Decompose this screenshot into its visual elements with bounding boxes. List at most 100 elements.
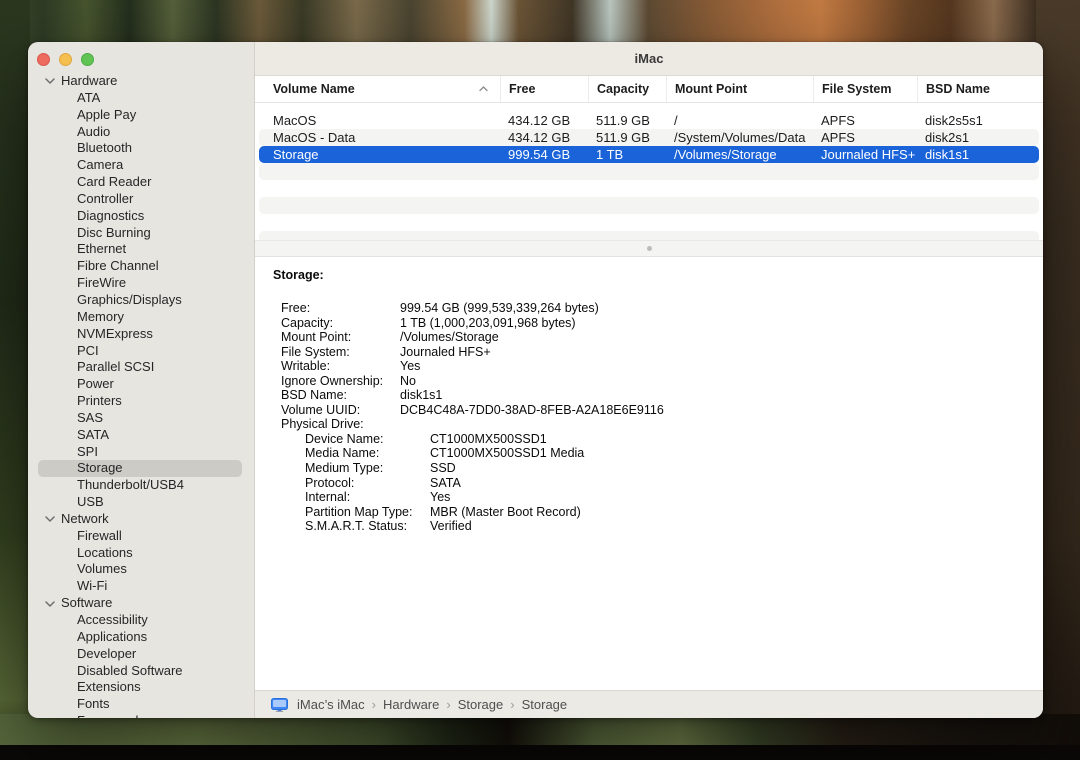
sidebar-item-label: Power (77, 376, 114, 391)
sidebar-item-developer[interactable]: Developer (28, 646, 254, 663)
sidebar-item-spi[interactable]: SPI (28, 444, 254, 461)
sidebar-item-label: PCI (77, 343, 99, 358)
sidebar-item-card-reader[interactable]: Card Reader (28, 174, 254, 191)
sidebar-item-fonts[interactable]: Fonts (28, 696, 254, 713)
sidebar-item-apple-pay[interactable]: Apple Pay (28, 107, 254, 124)
sidebar-item-label: Diagnostics (77, 208, 144, 223)
volume-row-macos[interactable]: MacOS 434.12 GB 511.9 GB / APFS disk2s5s… (259, 112, 1039, 129)
detail-pane[interactable]: Storage: Free: 999.54 GB (999,539,339,26… (255, 257, 1043, 690)
sidebar-item-storage[interactable]: Storage (38, 460, 242, 477)
cell-volume-name: MacOS (259, 113, 500, 128)
sidebar-item-disc-burning[interactable]: Disc Burning (28, 225, 254, 242)
sidebar-item-usb[interactable]: USB (28, 494, 254, 511)
sidebar-item-firewire[interactable]: FireWire (28, 275, 254, 292)
sidebar-item-label: Apple Pay (77, 107, 136, 122)
column-header-mount-point[interactable]: Mount Point (666, 76, 813, 102)
sidebar-item-applications[interactable]: Applications (28, 629, 254, 646)
breadcrumb-separator: › (372, 697, 376, 712)
detail-field-value: SATA (430, 476, 1031, 491)
volume-row-storage[interactable]: Storage 999.54 GB 1 TB /Volumes/Storage … (259, 146, 1039, 163)
sidebar-item-printers[interactable]: Printers (28, 393, 254, 410)
sidebar-item-label: USB (77, 494, 104, 509)
splitter-handle-icon[interactable] (647, 246, 652, 251)
detail-field-row: Writable: Yes (273, 359, 1031, 374)
sidebar-group-hardware[interactable]: Hardware (28, 73, 254, 90)
physical-drive-label: Physical Drive: (281, 417, 400, 432)
detail-field-value: SSD (430, 461, 1031, 476)
detail-field-label: Capacity: (281, 316, 400, 331)
drive-fields: Device Name: CT1000MX500SSD1 Media Name:… (273, 432, 1031, 534)
detail-field-label: Volume UUID: (281, 403, 400, 418)
cell-free: 434.12 GB (500, 113, 588, 128)
sidebar-item-firewall[interactable]: Firewall (28, 528, 254, 545)
detail-field-label: Protocol: (305, 476, 430, 491)
sidebar-item-label: Disabled Software (77, 663, 183, 678)
detail-field-label: Partition Map Type: (305, 505, 430, 520)
sidebar-item-diagnostics[interactable]: Diagnostics (28, 208, 254, 225)
sidebar-item-thunderbolt-usb4[interactable]: Thunderbolt/USB4 (28, 477, 254, 494)
path-bar: iMac’s iMac›Hardware›Storage›Storage (255, 690, 1043, 718)
sidebar-group-network[interactable]: Network (28, 511, 254, 528)
sidebar-group-label: Network (61, 511, 109, 528)
sidebar-item-parallel-scsi[interactable]: Parallel SCSI (28, 359, 254, 376)
detail-field-value: /Volumes/Storage (400, 330, 1031, 345)
sidebar-item-extensions[interactable]: Extensions (28, 679, 254, 696)
cell-capacity: 511.9 GB (588, 113, 666, 128)
sidebar-item-label: Fibre Channel (77, 258, 159, 273)
sidebar-item-pci[interactable]: PCI (28, 343, 254, 360)
sidebar-item-memory[interactable]: Memory (28, 309, 254, 326)
detail-field-row: File System: Journaled HFS+ (273, 345, 1031, 360)
column-header-file-system[interactable]: File System (813, 76, 917, 102)
detail-field-row: Ignore Ownership: No (273, 374, 1031, 389)
cell-mount-point: /Volumes/Storage (666, 147, 813, 162)
sidebar-item-frameworks[interactable]: Frameworks (28, 713, 254, 718)
detail-field-value: Yes (430, 490, 1031, 505)
empty-row (259, 180, 1039, 197)
sidebar-item-sata[interactable]: SATA (28, 427, 254, 444)
sidebar-item-nvmexpress[interactable]: NVMExpress (28, 326, 254, 343)
sidebar-group-software[interactable]: Software (28, 595, 254, 612)
cell-bsd-name: disk2s1 (917, 130, 1039, 145)
close-button[interactable] (37, 53, 50, 66)
detail-field-row: Protocol: SATA (273, 476, 1031, 491)
sidebar-item-label: Controller (77, 191, 133, 206)
sidebar-item-camera[interactable]: Camera (28, 157, 254, 174)
cell-free: 999.54 GB (500, 147, 588, 162)
column-header-free[interactable]: Free (500, 76, 588, 102)
sidebar-item-bluetooth[interactable]: Bluetooth (28, 140, 254, 157)
sidebar-item-graphics-displays[interactable]: Graphics/Displays (28, 292, 254, 309)
minimize-button[interactable] (59, 53, 72, 66)
sidebar-item-power[interactable]: Power (28, 376, 254, 393)
empty-row (259, 214, 1039, 231)
sidebar-item-volumes[interactable]: Volumes (28, 561, 254, 578)
sidebar-item-audio[interactable]: Audio (28, 124, 254, 141)
sidebar-item-ethernet[interactable]: Ethernet (28, 241, 254, 258)
sidebar-item-ata[interactable]: ATA (28, 90, 254, 107)
column-header-capacity[interactable]: Capacity (588, 76, 666, 102)
sidebar-item-label: Accessibility (77, 612, 148, 627)
volume-row-macos-data[interactable]: MacOS - Data 434.12 GB 511.9 GB /System/… (259, 129, 1039, 146)
sidebar-item-accessibility[interactable]: Accessibility (28, 612, 254, 629)
detail-field-label: Writable: (281, 359, 400, 374)
sidebar-item-controller[interactable]: Controller (28, 191, 254, 208)
sidebar-item-fibre-channel[interactable]: Fibre Channel (28, 258, 254, 275)
cell-free: 434.12 GB (500, 130, 588, 145)
sidebar-item-disabled-software[interactable]: Disabled Software (28, 663, 254, 680)
sidebar-item-label: Graphics/Displays (77, 292, 182, 307)
sidebar-item-locations[interactable]: Locations (28, 545, 254, 562)
detail-field-label: Media Name: (305, 446, 430, 461)
sidebar-item-sas[interactable]: SAS (28, 410, 254, 427)
zoom-button[interactable] (81, 53, 94, 66)
detail-field-label: Ignore Ownership: (281, 374, 400, 389)
sidebar-item-label: Firewall (77, 528, 122, 543)
sidebar-item-label: Disc Burning (77, 225, 151, 240)
pane-splitter[interactable] (255, 240, 1043, 257)
sidebar-item-label: Bluetooth (77, 140, 132, 155)
detail-field-row: BSD Name: disk1s1 (273, 388, 1031, 403)
column-header-volume-name[interactable]: Volume Name (255, 76, 500, 102)
detail-field-label: File System: (281, 345, 400, 360)
wallpaper-dark-strip (0, 745, 1080, 760)
sidebar-item-wi-fi[interactable]: Wi-Fi (28, 578, 254, 595)
column-header-bsd-name[interactable]: BSD Name (917, 76, 1043, 102)
detail-field-label: Internal: (305, 490, 430, 505)
